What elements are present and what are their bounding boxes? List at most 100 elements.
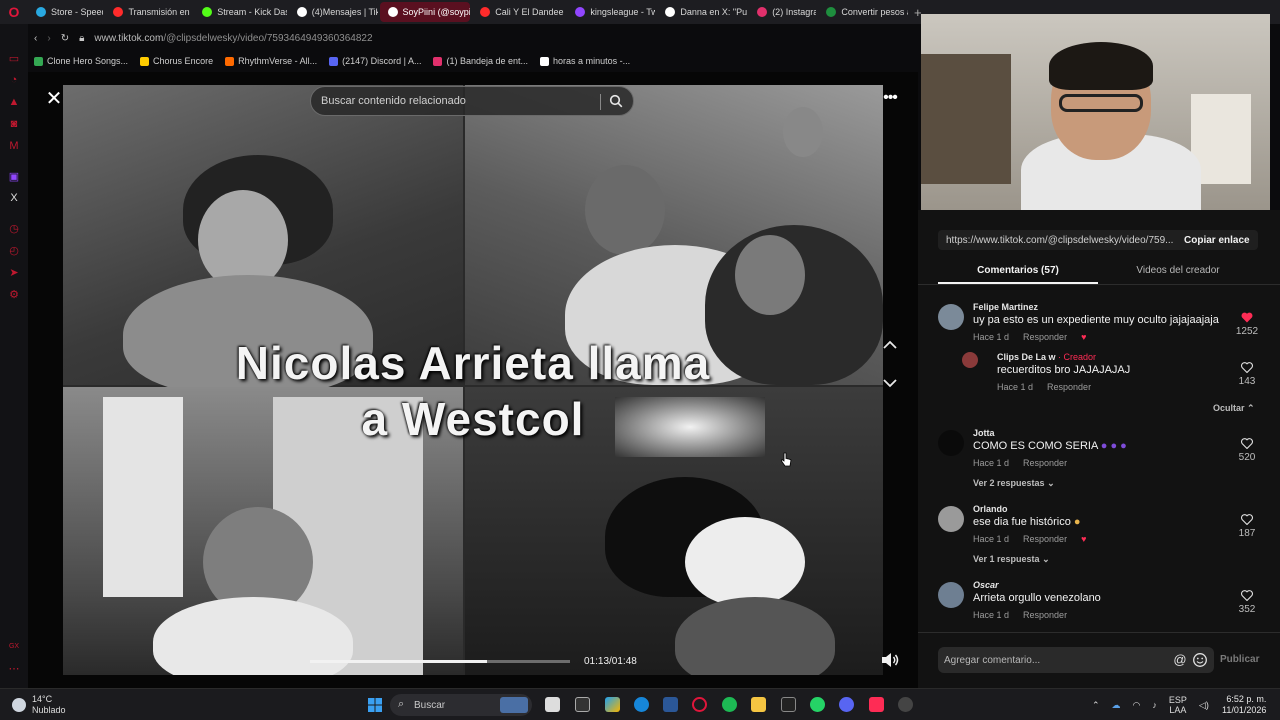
comment-username[interactable]: Felipe Martinez xyxy=(973,302,1038,312)
sidebar-clock-icon[interactable]: ◷ xyxy=(8,222,20,235)
like-button[interactable]: 187 xyxy=(1232,514,1262,539)
reply-button[interactable]: Responder xyxy=(1023,458,1067,468)
avatar[interactable] xyxy=(938,582,964,608)
view-replies-button[interactable]: Ver 2 respuestas ⌄ xyxy=(973,478,1055,489)
comment-username[interactable]: Clips De La w xyxy=(997,352,1056,362)
sidebar-mail-icon[interactable]: M xyxy=(8,140,20,152)
video-player[interactable]: Nicolas Arrieta llama a Westcol xyxy=(63,85,883,675)
share-link-url[interactable]: https://www.tiktok.com/@clipsdelwesky/vi… xyxy=(938,235,1174,246)
clock[interactable]: 6:52 p. m. 11/01/2026 xyxy=(1222,694,1266,716)
opera-gx-icon[interactable] xyxy=(692,697,707,712)
edge-icon[interactable] xyxy=(634,697,649,712)
sidebar-settings-icon[interactable]: ⚙ xyxy=(8,288,20,301)
epic-games-icon[interactable] xyxy=(781,697,796,712)
sidebar-aria-icon[interactable]: ▭ xyxy=(8,52,20,65)
comment-username[interactable]: Orlando xyxy=(973,504,1008,514)
browser-tab[interactable]: kingsleague - Twitch xyxy=(567,2,655,22)
tray-chevron-icon[interactable]: ⌃ xyxy=(1092,700,1100,711)
taskbar-search[interactable]: ⌕ Buscar xyxy=(390,694,532,716)
browser-tab[interactable]: Transmisión en vivo xyxy=(105,2,192,22)
sidebar-twitch-icon[interactable]: ▣ xyxy=(8,170,20,183)
comment-username[interactable]: Jotta xyxy=(973,428,995,438)
file-explorer-icon[interactable] xyxy=(751,697,766,712)
windows-start-icon[interactable] xyxy=(368,698,382,712)
hide-replies-button[interactable]: Ocultar ⌃ xyxy=(1213,403,1255,414)
chevron-up-icon[interactable] xyxy=(881,336,899,354)
hide-replies-label: Ocultar xyxy=(1213,403,1245,413)
bookmark-item[interactable]: (1) Bandeja de ent... xyxy=(433,56,528,66)
related-search-input[interactable]: Buscar contenido relacionado xyxy=(310,86,634,116)
language-indicator[interactable]: ESP LAA xyxy=(1169,695,1187,715)
like-button[interactable]: 143 xyxy=(1232,362,1262,387)
like-count: 1252 xyxy=(1235,326,1259,337)
capcut-icon[interactable] xyxy=(575,697,590,712)
browser-tab[interactable]: Store - Speedify xyxy=(28,2,103,22)
view-replies-button[interactable]: Ver 1 respuesta ⌄ xyxy=(973,554,1050,565)
sidebar-more-icon[interactable]: ⋯ xyxy=(8,662,20,675)
bookmark-item[interactable]: RhythmVerse - All... xyxy=(225,56,317,66)
obs-icon[interactable] xyxy=(898,697,913,712)
back-icon[interactable]: ‹ xyxy=(34,33,37,44)
copy-link-button[interactable]: Copiar enlace xyxy=(1174,235,1250,246)
reply-button[interactable]: Responder xyxy=(1047,382,1091,392)
sidebar-x-icon[interactable]: X xyxy=(8,192,20,204)
volume-icon[interactable] xyxy=(880,652,900,668)
tab-comments[interactable]: Comentarios (57) xyxy=(938,262,1098,284)
sidebar-bag-icon[interactable]: ▲ xyxy=(8,96,20,108)
task-view-icon[interactable] xyxy=(545,697,560,712)
discord-icon[interactable] xyxy=(839,697,854,712)
bookmark-item[interactable]: (2147) Discord | A... xyxy=(329,56,421,66)
sidebar-history-icon[interactable]: ◔ xyxy=(8,74,20,86)
wifi-icon[interactable]: ◠ xyxy=(1133,700,1141,711)
avatar[interactable] xyxy=(938,304,964,330)
like-button[interactable]: 1252 xyxy=(1232,312,1262,337)
store-icon[interactable] xyxy=(663,697,678,712)
bookmark-item[interactable]: Chorus Encore xyxy=(140,56,213,66)
avatar[interactable] xyxy=(962,352,978,368)
emoji-picker-icon[interactable] xyxy=(1192,652,1208,668)
more-options-icon[interactable]: ••• xyxy=(880,89,900,109)
sidebar-timer-icon[interactable]: ◴ xyxy=(8,244,20,257)
whatsapp-icon[interactable] xyxy=(810,697,825,712)
close-icon[interactable]: ✕ xyxy=(44,89,64,109)
mention-icon[interactable]: @ xyxy=(1172,652,1188,668)
sidebar-gx-icon[interactable]: GX xyxy=(8,640,20,652)
tab-creator-videos[interactable]: Videos del creador xyxy=(1098,262,1258,284)
browser-tab[interactable]: Stream - Kick Dashbo xyxy=(194,2,287,22)
browser-tab[interactable]: Danna en X: "Pues n xyxy=(657,2,747,22)
like-button[interactable]: 352 xyxy=(1232,590,1262,615)
tiktok-icon[interactable] xyxy=(869,697,884,712)
like-button[interactable]: 520 xyxy=(1232,438,1262,463)
comment-username[interactable]: Oscar xyxy=(973,580,999,590)
publish-button[interactable]: Publicar xyxy=(1220,654,1259,665)
bookmark-item[interactable]: Clone Hero Songs... xyxy=(34,56,128,66)
bookmark-item[interactable]: horas a minutos -... xyxy=(540,56,630,66)
browser-tab[interactable]: (2) Instagram xyxy=(749,2,816,22)
video-progress-bar[interactable] xyxy=(310,660,570,663)
mic-icon[interactable]: ♪ xyxy=(1152,700,1157,710)
browser-tab[interactable]: SoyPiini (@soypiini) | xyxy=(379,2,471,22)
tab-favicon-icon xyxy=(387,7,398,17)
forward-icon[interactable]: › xyxy=(47,33,50,44)
reply-button[interactable]: Responder xyxy=(1023,332,1067,342)
weather-widget[interactable]: 14°C Nublado xyxy=(12,694,66,716)
onedrive-icon[interactable]: ☁ xyxy=(1112,700,1121,711)
opera-logo-icon[interactable]: O xyxy=(0,0,28,24)
sidebar-messenger-icon[interactable]: ◙ xyxy=(8,118,20,130)
avatar[interactable] xyxy=(938,506,964,532)
browser-tab[interactable]: (4)Mensajes | TikTok xyxy=(289,2,378,22)
reload-icon[interactable]: ↻ xyxy=(61,33,69,44)
sidebar-send-icon[interactable]: ➤ xyxy=(8,266,20,279)
url-field[interactable]: www.tiktok.com/@clipsdelwesky/video/7593… xyxy=(94,33,372,44)
browser-tab[interactable]: Convertir pesos arge xyxy=(818,2,908,22)
speaker-icon[interactable]: ◁) xyxy=(1199,700,1209,711)
chevron-down-icon[interactable] xyxy=(881,374,899,392)
comment-input[interactable]: Agregar comentario... @ xyxy=(938,647,1214,673)
spotify-icon[interactable] xyxy=(722,697,737,712)
search-icon[interactable] xyxy=(609,94,623,108)
copilot-icon[interactable] xyxy=(605,697,620,712)
reply-button[interactable]: Responder xyxy=(1023,610,1067,620)
reply-button[interactable]: Responder xyxy=(1023,534,1067,544)
avatar[interactable] xyxy=(938,430,964,456)
browser-tab[interactable]: Cali Y El Dandee - Go xyxy=(472,2,565,22)
